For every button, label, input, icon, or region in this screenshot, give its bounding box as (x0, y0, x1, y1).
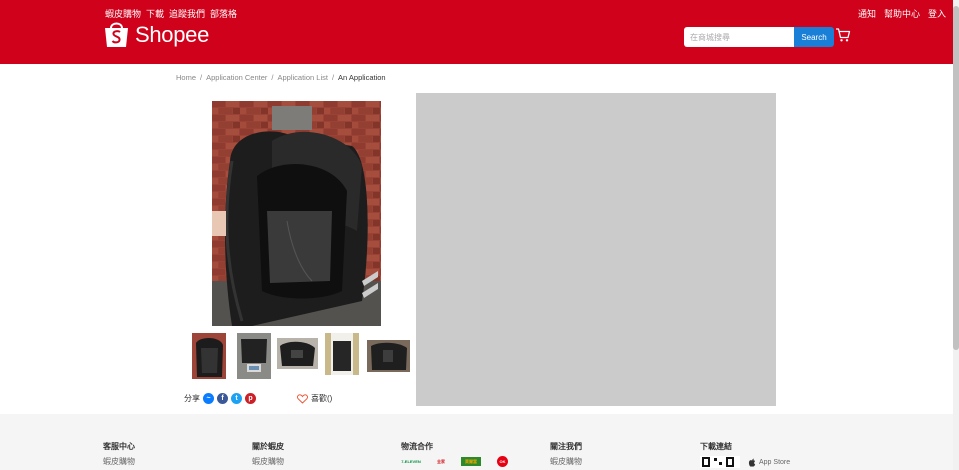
thumbnail-5[interactable] (367, 340, 410, 372)
footer-heading: 關於蝦皮 (252, 442, 284, 451)
share-row: 分享 ~ f t p (184, 393, 256, 404)
nav-link-shopee[interactable]: 蝦皮購物 (105, 7, 141, 20)
breadcrumb-application-list[interactable]: Application List (278, 73, 328, 82)
pinterest-icon[interactable]: p (245, 393, 256, 404)
header: 蝦皮購物 下載 追蹤我們 部落格 通知 幫助中心 登入 Shopee Searc… (0, 0, 953, 64)
search-input[interactable] (684, 27, 794, 47)
thumbnail-3[interactable] (277, 338, 318, 369)
cart-icon[interactable] (835, 27, 851, 43)
thumbnail-1[interactable] (192, 333, 226, 379)
footer-link[interactable]: 蝦皮購物 (550, 456, 582, 467)
footer-col-logistics: 物流合作 7-ELEVEN 全家 萊爾富 OK (401, 441, 508, 467)
search-bar: Search (684, 27, 834, 47)
scrollbar[interactable] (953, 0, 959, 470)
thumbnail-2[interactable] (237, 333, 271, 379)
breadcrumb-current: An Application (338, 73, 386, 82)
footer-col-download: 下載連結 App Store (700, 441, 790, 468)
nav-link-download[interactable]: 下載 (146, 7, 164, 20)
heart-icon (297, 393, 308, 404)
logo-text: Shopee (135, 21, 210, 47)
product-thumbnails (192, 333, 412, 379)
share-label: 分享 (184, 394, 200, 403)
twitter-icon[interactable]: t (231, 393, 242, 404)
scrollbar-thumb[interactable] (953, 6, 959, 350)
shopee-bag-icon (105, 22, 128, 47)
search-button[interactable]: Search (794, 27, 834, 47)
like-label: 喜歡() (311, 394, 333, 403)
qr-code-icon[interactable] (700, 456, 740, 468)
footer-link[interactable]: 蝦皮購物 (252, 456, 284, 467)
footer-col-follow: 關注我們 蝦皮購物 (550, 441, 582, 467)
breadcrumb-application-center[interactable]: Application Center (206, 73, 267, 82)
thumbnail-4[interactable] (325, 333, 359, 375)
footer-col-customer-service: 客服中心 蝦皮購物 (103, 441, 135, 467)
nav-link-help[interactable]: 幫助中心 (884, 7, 920, 20)
breadcrumb-separator: / (200, 73, 203, 82)
footer-link[interactable]: 蝦皮購物 (103, 456, 135, 467)
nav-link-follow[interactable]: 追蹤我們 (169, 7, 205, 20)
app-store-label: App Store (759, 458, 791, 466)
product-main-image[interactable] (212, 101, 381, 326)
footer-heading: 下載連結 (700, 442, 732, 451)
product-detail-placeholder (416, 93, 776, 406)
footer: 客服中心 蝦皮購物 關於蝦皮 蝦皮購物 物流合作 7-ELEVEN 全家 萊爾富… (0, 414, 953, 470)
like-button[interactable]: 喜歡() (297, 393, 332, 404)
footer-col-about: 關於蝦皮 蝦皮購物 (252, 441, 284, 467)
facebook-icon[interactable]: f (217, 393, 228, 404)
footer-heading: 客服中心 (103, 442, 135, 451)
footer-heading: 關注我們 (550, 442, 582, 451)
shopee-logo[interactable]: Shopee (103, 20, 209, 49)
logo-ok-mart: OK (497, 456, 508, 467)
logistics-logos: 7-ELEVEN 全家 萊爾富 OK (401, 456, 508, 467)
breadcrumb-home[interactable]: Home (176, 73, 196, 82)
footer-heading: 物流合作 (401, 442, 433, 451)
breadcrumb-separator: / (331, 73, 335, 82)
top-nav-right: 通知 幫助中心 登入 (858, 7, 946, 20)
logo-familymart: 全家 (437, 458, 445, 464)
apple-icon (748, 458, 756, 467)
messenger-icon[interactable]: ~ (203, 393, 214, 404)
nav-link-notifications[interactable]: 通知 (858, 7, 876, 20)
app-store-link[interactable]: App Store (748, 458, 790, 467)
nav-link-blog[interactable]: 部落格 (210, 7, 237, 20)
breadcrumb-separator: / (271, 73, 274, 82)
nav-link-login[interactable]: 登入 (928, 7, 946, 20)
breadcrumb: Home / Application Center / Application Li… (176, 73, 386, 82)
logo-7-eleven: 7-ELEVEN (401, 459, 421, 464)
logo-hilife: 萊爾富 (461, 457, 481, 466)
top-nav-left: 蝦皮購物 下載 追蹤我們 部落格 (105, 7, 237, 20)
